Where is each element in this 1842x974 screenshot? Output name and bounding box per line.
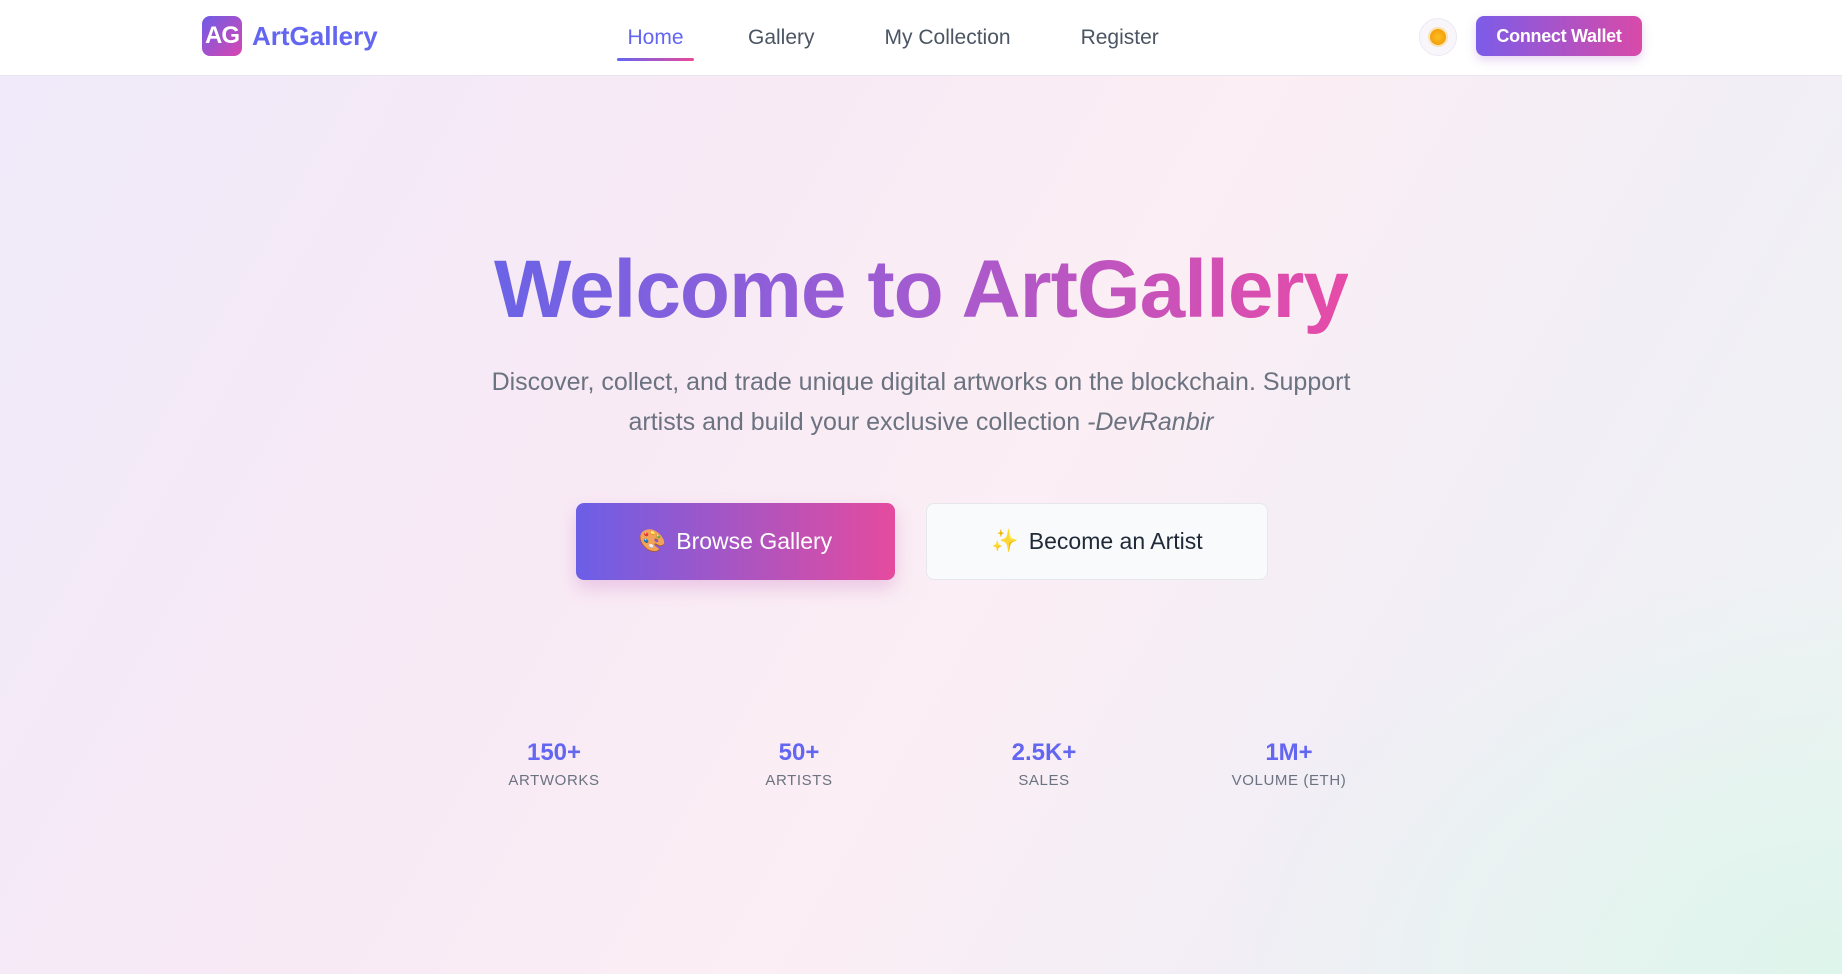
stat-label: SALES: [1018, 772, 1070, 789]
hero-title: Welcome to ArtGallery: [0, 240, 1842, 340]
nav-link-home[interactable]: Home: [617, 0, 694, 76]
nav-link-gallery[interactable]: Gallery: [738, 0, 825, 76]
sun-icon: [1430, 29, 1446, 45]
stat-volume: 1M+ VOLUME (ETH): [1199, 738, 1379, 789]
main-nav: Home Gallery My Collection Register: [617, 0, 1169, 76]
hero-subtitle: Discover, collect, and trade unique digi…: [0, 362, 1842, 442]
stat-artworks: 150+ ARTWORKS: [464, 738, 644, 789]
connect-wallet-button[interactable]: Connect Wallet: [1476, 16, 1642, 56]
brand-logo-icon: AG: [202, 16, 242, 56]
sparkles-icon: ✨: [991, 529, 1019, 554]
stat-artists: 50+ ARTISTS: [709, 738, 889, 789]
hero-author: -DevRanbir: [1087, 408, 1214, 436]
palette-icon: 🎨: [638, 529, 667, 554]
stat-label: ARTWORKS: [508, 772, 600, 789]
stat-value: 150+: [526, 739, 582, 766]
stat-value: 50+: [778, 739, 820, 766]
stat-value: 1M+: [1265, 739, 1313, 766]
brand-name: ArtGallery: [252, 20, 378, 51]
hero-title-text: Welcome to ArtGallery: [494, 244, 1349, 335]
brand[interactable]: AG ArtGallery: [202, 16, 378, 56]
stat-sales: 2.5K+ SALES: [954, 738, 1134, 789]
browse-gallery-label: Browse Gallery: [676, 528, 833, 554]
hero-subtitle-line-2-text: artists and build your exclusive collect…: [628, 408, 1088, 436]
stat-label: VOLUME (ETH): [1231, 772, 1347, 789]
become-artist-label: Become an Artist: [1028, 528, 1203, 554]
navbar: AG ArtGallery Home Gallery My Collection…: [0, 0, 1842, 76]
nav-link-register[interactable]: Register: [1071, 0, 1169, 76]
theme-toggle-button[interactable]: [1419, 18, 1457, 56]
stat-value: 2.5K+: [1011, 739, 1077, 766]
nav-link-my-collection[interactable]: My Collection: [875, 0, 1021, 76]
stat-label: ARTISTS: [765, 772, 833, 789]
hero-subtitle-line-2: artists and build your exclusive collect…: [0, 402, 1842, 442]
become-artist-button[interactable]: ✨ Become an Artist: [926, 503, 1268, 580]
browse-gallery-button[interactable]: 🎨 Browse Gallery: [576, 503, 895, 580]
hero-subtitle-line-1: Discover, collect, and trade unique digi…: [491, 368, 1351, 396]
